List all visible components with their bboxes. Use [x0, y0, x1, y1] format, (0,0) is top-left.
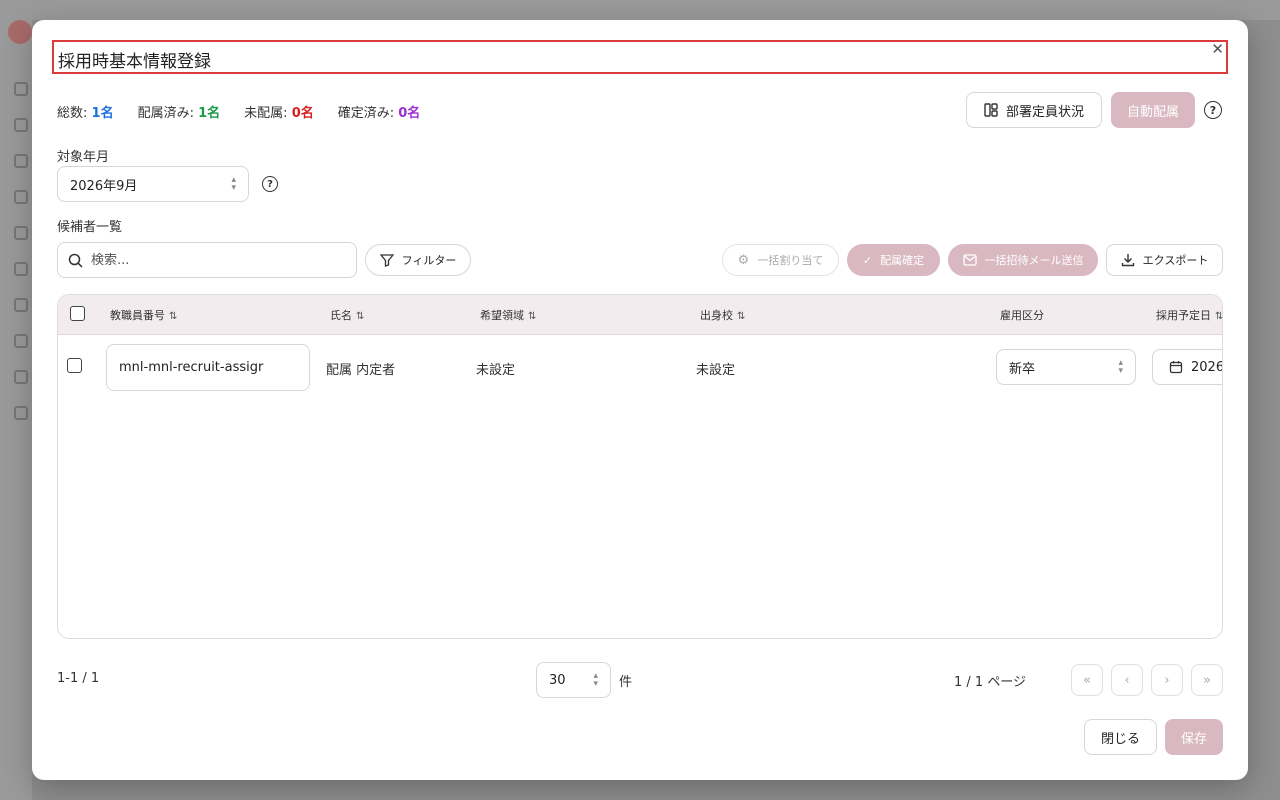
- help-icon[interactable]: ?: [262, 176, 278, 192]
- next-page-button[interactable]: ›: [1151, 664, 1183, 696]
- mail-icon: [962, 254, 977, 266]
- calendar-icon: [1169, 361, 1183, 374]
- planned-date-value: 2026: [1191, 359, 1223, 375]
- filter-icon: [379, 254, 394, 267]
- result-range: 1-1 / 1: [57, 671, 100, 686]
- page-size-unit: 件: [619, 675, 633, 690]
- target-month-label: 対象年月: [57, 150, 110, 165]
- bulk-assign-label: 一括割り当て: [757, 254, 824, 267]
- layout-icon: [984, 103, 998, 117]
- page-info: 1 / 1 ページ: [954, 675, 1027, 690]
- stat-confirmed: 確定済み: 0名: [337, 106, 421, 121]
- sort-icon: ⇅: [528, 311, 537, 322]
- employment-type-select[interactable]: 新卒 ▴ ▾: [996, 349, 1136, 385]
- save-label: 保存: [1180, 731, 1207, 747]
- auto-assign-button[interactable]: 自動配属: [1111, 92, 1195, 128]
- close-icon[interactable]: ✕: [1211, 42, 1224, 57]
- sort-icon: ⇅: [356, 311, 365, 322]
- column-staff-no[interactable]: 教職員番号 ⇅: [110, 307, 177, 323]
- bulk-invite-label: 一括招待メール送信: [984, 254, 1084, 267]
- sort-icon: ⇅: [169, 311, 178, 322]
- last-page-button[interactable]: »: [1191, 664, 1223, 696]
- chevron-updown-icon: ▴ ▾: [1118, 358, 1123, 376]
- employment-type-value: 新卒: [1009, 361, 1036, 377]
- dialog-title: 採用時基本情報登録: [58, 52, 211, 72]
- column-employment-type: 雇用区分: [1000, 309, 1044, 322]
- candidates-table: 教職員番号 ⇅ 氏名 ⇅ 希望領域 ⇅ 出身校 ⇅ 雇用区分 採用予定日 ⇅ mnl-mn…: [57, 294, 1223, 639]
- first-page-button[interactable]: «: [1071, 664, 1103, 696]
- school-value: 未設定: [696, 363, 736, 378]
- filter-label: フィルター: [401, 254, 457, 267]
- stat-total-value: 1名: [91, 106, 114, 121]
- chevrons-left-icon: «: [1083, 672, 1091, 688]
- gear-icon: ⚙: [737, 252, 750, 268]
- chevron-right-icon: ›: [1164, 672, 1170, 688]
- column-planned-date[interactable]: 採用予定日 ⇅: [1156, 307, 1223, 323]
- help-icon[interactable]: ?: [1204, 101, 1222, 119]
- sort-icon: ⇅: [737, 311, 746, 322]
- bulk-assign-button[interactable]: ⚙ 一括割り当て: [722, 244, 839, 276]
- chevron-left-icon: ‹: [1124, 672, 1130, 688]
- background-sidebar: [0, 0, 32, 800]
- planned-date-picker[interactable]: 2026: [1152, 349, 1223, 385]
- chevron-updown-icon: ▴ ▾: [231, 175, 236, 193]
- download-icon: [1121, 254, 1134, 267]
- nav-icon: [14, 118, 28, 132]
- table-header: 教職員番号 ⇅ 氏名 ⇅ 希望領域 ⇅ 出身校 ⇅ 雇用区分 採用予定日 ⇅: [58, 295, 1222, 335]
- nav-icon: [14, 226, 28, 240]
- staff-no-input[interactable]: mnl-mnl-recruit-assigr: [106, 344, 310, 391]
- page-size-select[interactable]: 30 ▴ ▾: [536, 662, 611, 698]
- search-input[interactable]: [91, 252, 331, 268]
- assignment-stats: 総数: 1名 配属済み: 1名 未配属: 0名 確定済み: 0名: [57, 102, 420, 121]
- export-button[interactable]: エクスポート: [1106, 244, 1223, 276]
- stat-total: 総数: 1名: [57, 106, 114, 121]
- target-month-value: 2026年9月: [70, 178, 138, 194]
- candidates-label: 候補者一覧: [57, 220, 123, 235]
- column-school[interactable]: 出身校 ⇅: [700, 307, 745, 323]
- auto-assign-label: 自動配属: [1126, 104, 1179, 120]
- stat-assigned: 配属済み: 1名: [137, 106, 221, 121]
- dept-status-label: 部署定員状況: [1005, 104, 1084, 120]
- dept-status-button[interactable]: 部署定員状況: [966, 92, 1102, 128]
- stat-confirmed-value: 0名: [398, 106, 421, 121]
- dialog-header: 採用時基本情報登録 ✕: [52, 40, 1228, 74]
- save-button[interactable]: 保存: [1165, 719, 1223, 755]
- recruitment-info-dialog: 採用時基本情報登録 ✕ 総数: 1名 配属済み: 1名 未配属: 0名 確定済み…: [32, 20, 1248, 780]
- candidate-name: 配属 内定者: [326, 363, 396, 378]
- nav-icon: [14, 262, 28, 276]
- chevrons-right-icon: »: [1203, 672, 1211, 688]
- row-checkbox[interactable]: [67, 358, 82, 373]
- nav-icon: [14, 406, 28, 420]
- stat-assigned-value: 1名: [198, 106, 221, 121]
- target-month-select[interactable]: 2026年9月 ▴ ▾: [57, 166, 249, 202]
- stat-unassigned-value: 0名: [291, 106, 314, 121]
- bulk-invite-button[interactable]: 一括招待メール送信: [948, 244, 1098, 276]
- select-all-checkbox[interactable]: [70, 306, 85, 321]
- filter-button[interactable]: フィルター: [365, 244, 471, 276]
- confirm-assign-button[interactable]: ✓ 配属確定: [847, 244, 940, 276]
- nav-icon: [14, 82, 28, 96]
- confirm-assign-label: 配属確定: [880, 254, 925, 267]
- check-icon: ✓: [862, 253, 873, 267]
- nav-icon: [14, 154, 28, 168]
- search-icon: [68, 253, 83, 268]
- nav-icon: [14, 370, 28, 384]
- page-size-value: 30: [549, 672, 566, 688]
- column-name[interactable]: 氏名 ⇅: [330, 307, 364, 323]
- export-label: エクスポート: [1142, 254, 1209, 267]
- nav-icon: [14, 190, 28, 204]
- prev-page-button[interactable]: ‹: [1111, 664, 1143, 696]
- background-topbar: [32, 0, 1280, 20]
- search-field[interactable]: [57, 242, 357, 278]
- nav-icon: [14, 334, 28, 348]
- sort-icon: ⇅: [1215, 311, 1223, 322]
- desired-area-value: 未設定: [476, 363, 516, 378]
- close-button[interactable]: 閉じる: [1084, 719, 1157, 755]
- column-desired-area[interactable]: 希望領域 ⇅: [480, 307, 536, 323]
- nav-icon: [14, 298, 28, 312]
- chevron-updown-icon: ▴ ▾: [593, 671, 598, 689]
- close-label: 閉じる: [1100, 731, 1140, 747]
- app-logo: [8, 20, 32, 44]
- stat-unassigned: 未配属: 0名: [244, 106, 314, 121]
